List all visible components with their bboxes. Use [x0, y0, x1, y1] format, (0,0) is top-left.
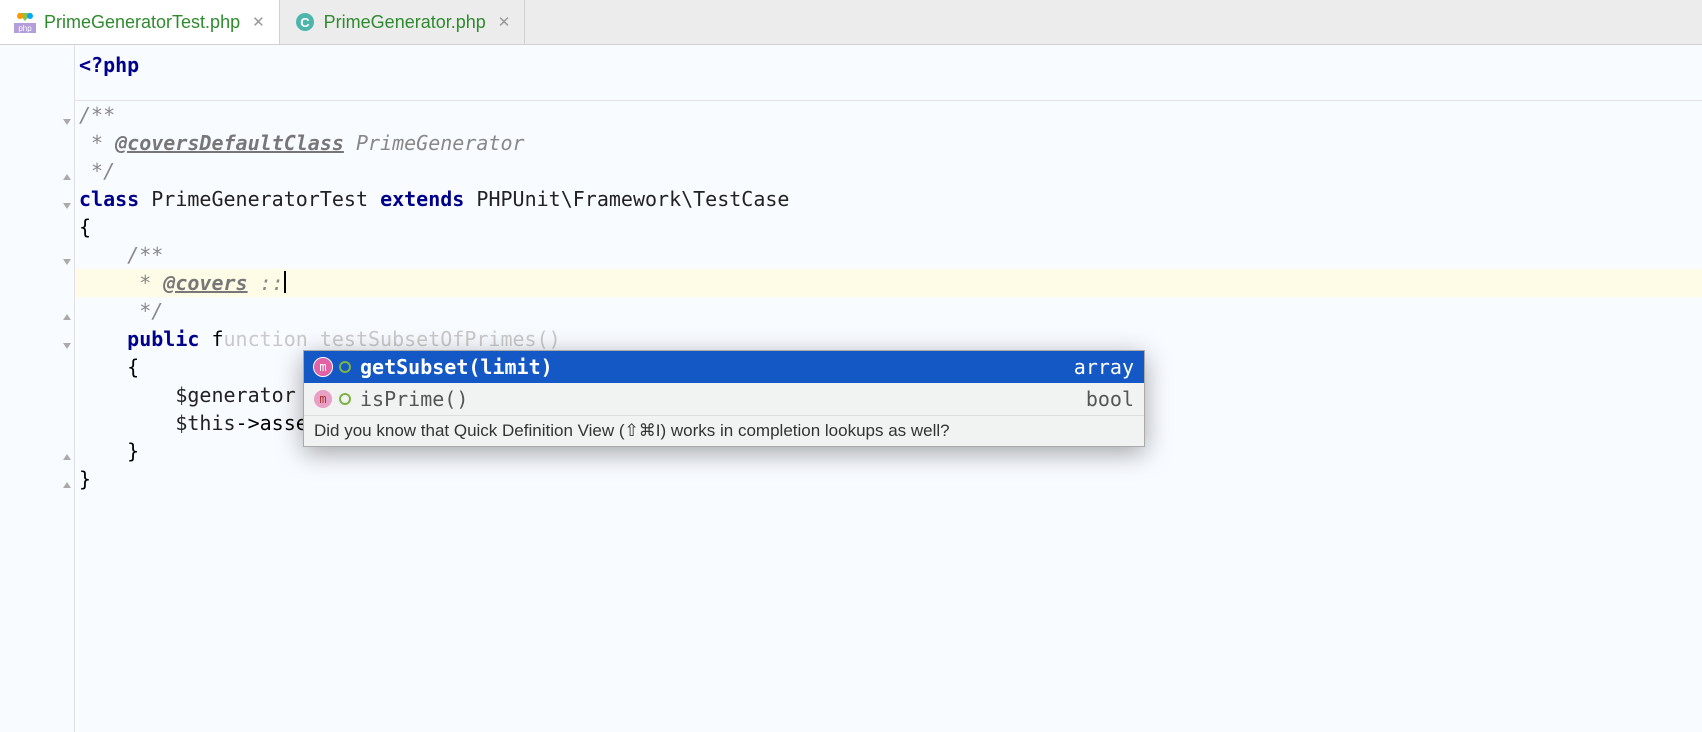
tab-prime-generator-test[interactable]: php PrimeGeneratorTest.php ✕ [0, 0, 280, 44]
tab-bar: php PrimeGeneratorTest.php ✕ C PrimeGene… [0, 0, 1702, 45]
fold-toggle[interactable] [60, 198, 75, 213]
fold-toggle[interactable] [60, 478, 75, 493]
svg-text:C: C [300, 15, 310, 30]
code-line: <?php [75, 45, 1702, 101]
editor: <?php /** * @coversDefaultClass PrimeGen… [0, 45, 1702, 732]
fold-toggle[interactable] [60, 310, 75, 325]
code-line: * @coversDefaultClass PrimeGenerator [75, 129, 1702, 157]
code-line: } [75, 465, 1702, 493]
tab-prime-generator[interactable]: C PrimeGenerator.php ✕ [280, 0, 526, 44]
code-line-current: * @covers :: [75, 269, 1702, 297]
completion-item-getsubset[interactable]: m getSubset(limit) array [304, 351, 1144, 383]
completion-item-name: isPrime() [360, 387, 468, 411]
code-area[interactable]: <?php /** * @coversDefaultClass PrimeGen… [75, 45, 1702, 732]
code-line: { [75, 213, 1702, 241]
fold-toggle[interactable] [60, 254, 75, 269]
doc-comment: /** [79, 103, 115, 127]
tab-label: PrimeGenerator.php [324, 12, 486, 33]
phpdoc-annotation: @covers [163, 271, 247, 295]
completion-popup: m getSubset(limit) array m isPrime() boo… [303, 350, 1145, 447]
svg-text:php: php [18, 24, 32, 33]
code-line: class PrimeGeneratorTest extends PHPUnit… [75, 185, 1702, 213]
tab-label: PrimeGeneratorTest.php [44, 12, 240, 33]
completion-item-name: getSubset(limit) [360, 355, 553, 379]
gutter [0, 45, 75, 732]
visibility-icon [338, 360, 352, 374]
php-file-icon: php [14, 11, 36, 33]
text-caret [284, 271, 286, 293]
visibility-icon [338, 392, 352, 406]
phpdoc-annotation: @coversDefaultClass [115, 131, 344, 155]
completion-item-isprime[interactable]: m isPrime() bool [304, 383, 1144, 415]
code-line: /** [75, 101, 1702, 129]
method-icon: m [314, 390, 332, 408]
completion-hint: Did you know that Quick Definition View … [304, 415, 1144, 446]
php-open-tag: <?php [79, 53, 139, 77]
class-file-icon: C [294, 11, 316, 33]
code-line: /** [75, 241, 1702, 269]
code-line: */ [75, 297, 1702, 325]
completion-item-return-type: array [1074, 355, 1134, 379]
method-icon: m [314, 358, 332, 376]
close-icon[interactable]: ✕ [252, 13, 265, 31]
ghost-text: unction testSubsetOfPrimes() [224, 327, 561, 351]
fold-toggle[interactable] [60, 338, 75, 353]
fold-toggle[interactable] [60, 114, 75, 129]
close-icon[interactable]: ✕ [498, 13, 511, 31]
code-line: public function testSubsetOfPrimes() [75, 325, 1702, 353]
fold-toggle[interactable] [60, 450, 75, 465]
fold-toggle[interactable] [60, 170, 75, 185]
completion-item-return-type: bool [1086, 387, 1134, 411]
code-line: */ [75, 157, 1702, 185]
